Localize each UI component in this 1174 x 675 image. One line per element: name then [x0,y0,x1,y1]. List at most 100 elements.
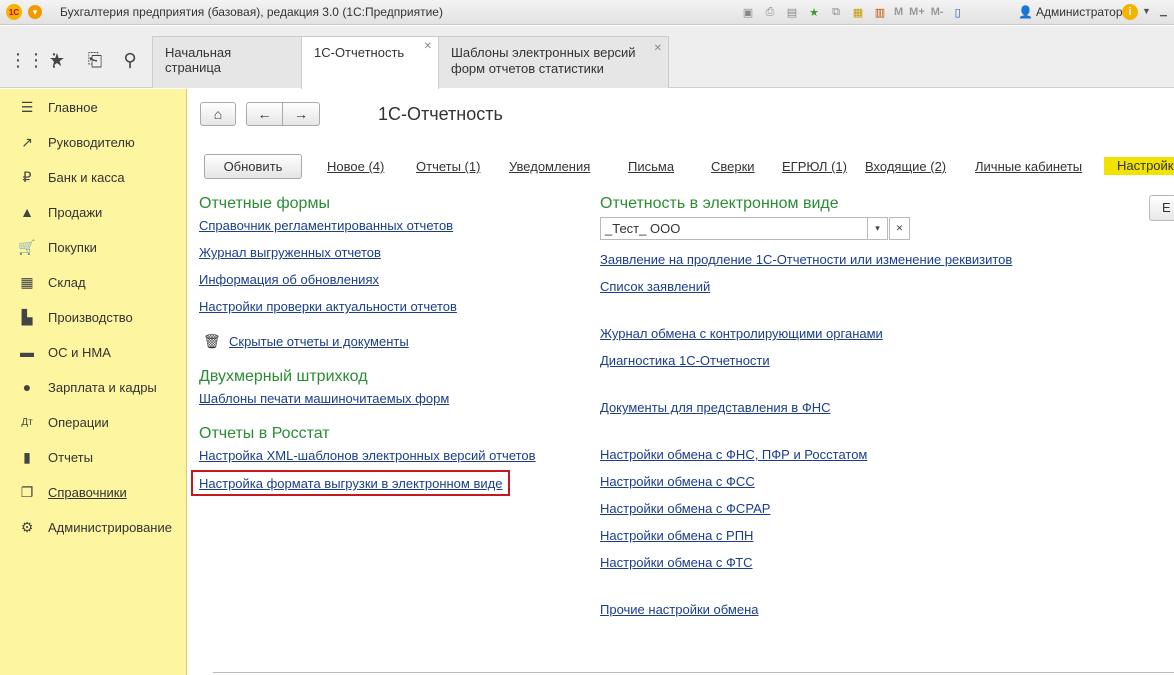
main-menu-dropdown-icon[interactable]: ▾ [28,5,42,19]
window-menu-icon[interactable]: ▁ [1160,6,1167,17]
print-icon[interactable]: ⎙ [762,4,778,20]
tab-templates[interactable]: Шаблоны электронных версий форм отчетов … [438,36,669,88]
applications-list-link[interactable]: Список заявлений [600,279,710,294]
sidebar-item-admin[interactable]: ⚙ Администрирование [0,512,186,542]
app-logo-icon[interactable]: 1С [6,4,22,20]
sidebar-item-purchases[interactable]: 🛒 Покупки [0,232,186,262]
home-button[interactable]: ⌂ [200,102,236,126]
sidebar-item-sales[interactable]: ▲ Продажи [0,197,186,227]
renewal-application-link[interactable]: Заявление на продление 1С-Отчетности или… [600,252,1012,267]
exchange-journal-link[interactable]: Журнал обмена с контролирующими органами [600,326,883,341]
notifications-link[interactable]: Уведомления [509,159,590,174]
print-templates-link[interactable]: Шаблоны печати машиночитаемых форм [199,391,449,406]
exchange-rpn-link[interactable]: Настройки обмена с РПН [600,528,753,543]
regulated-reports-link[interactable]: Справочник регламентированных отчетов [199,218,453,233]
sidebar-item-assets[interactable]: ▬ ОС и НМА [0,337,186,367]
exchange-fns-link[interactable]: Настройки обмена с ФНС, ПФР и Росстатом [600,447,867,462]
tab-templates-label-line2: форм отчетов статистики [451,61,604,76]
reports-link[interactable]: Отчеты (1) [416,159,480,174]
sidebar-item-director[interactable]: ↗ Руководителю [0,127,186,157]
calculator-icon[interactable]: ▦ [850,4,866,20]
arrow-left-icon: ← [257,106,272,122]
exchange-fss-link[interactable]: Настройки обмена с ФСС [600,474,755,489]
window-layout-icon[interactable]: ▯ [950,4,966,20]
sidebar: ☰ Главное ↗ Руководителю ₽ Банк и касса … [0,89,187,675]
section-title-rosstat: Отчеты в Росстат [199,425,330,442]
gear-icon: ⚙ [20,518,34,535]
sidebar-item-label: Банк и касса [48,169,125,185]
apps-grid-icon[interactable]: ⋮⋮⋮ [9,50,63,71]
close-tab-icon[interactable]: ✕ [424,41,432,52]
user-menu[interactable]: 👤 Администратор [1018,5,1123,19]
exchange-fts-link[interactable]: Настройки обмена с ФТС [600,555,753,570]
history-icon[interactable]: ⎗ [84,50,106,71]
export-format-link[interactable]: Настройка формата выгрузки в электронном… [199,476,502,491]
sidebar-item-main[interactable]: ☰ Главное [0,92,186,122]
organization-field[interactable]: _Тест_ ООО [600,217,868,240]
info-icon[interactable]: i [1122,4,1138,20]
xml-templates-link[interactable]: Настройка XML-шаблонов электронных верси… [199,448,536,463]
exported-reports-link[interactable]: Журнал выгруженных отчетов [199,245,381,260]
fns-documents-link[interactable]: Документы для представления в ФНС [600,400,830,415]
memory-m-button[interactable]: M [894,4,903,20]
back-button[interactable]: ← [246,102,283,126]
other-exchange-settings-link[interactable]: Прочие настройки обмена [600,602,759,617]
save-icon[interactable]: ▣ [740,4,756,20]
memory-plus-button[interactable]: M+ [909,4,925,20]
sidebar-item-salary[interactable]: ● Зарплата и кадры [0,372,186,402]
dt-kt-icon: Дт [21,416,33,428]
tab-home[interactable]: Начальная страница [152,36,302,88]
tab-home-label: Начальная страница [165,45,232,75]
title-bar: 1С ▾ Бухгалтерия предприятия (базовая), … [0,0,1174,25]
diagnostics-link[interactable]: Диагностика 1С-Отчетности [600,353,770,368]
tabs-bar: ⋮⋮⋮ ★ ⎗ ⚲ Начальная страница 1С-Отчетнос… [0,26,1174,89]
hidden-reports-link[interactable]: Скрытые отчеты и документы [229,334,409,349]
memory-minus-button[interactable]: M- [931,4,944,20]
letters-link[interactable]: Письма [628,159,674,174]
cart-icon: 🛒 [18,238,36,255]
tab-templates-label: Шаблоны электронных версий [451,45,636,60]
tab-1c-reporting[interactable]: 1С-Отчетность ✕ [301,36,439,89]
sidebar-item-label: Руководителю [48,134,135,150]
refresh-button[interactable]: Обновить [204,154,302,179]
updates-info-link[interactable]: Информация об обновлениях [199,272,379,287]
trend-icon: ↗ [21,133,33,150]
sidebar-item-label: Справочники [48,484,127,500]
exchange-fsrar-link[interactable]: Настройки обмена с ФСРАР [600,501,770,516]
close-tab-icon[interactable]: ✕ [654,41,662,57]
favorites-star-icon[interactable]: ★ [46,50,68,71]
sidebar-item-label: ОС и НМА [48,344,111,360]
sidebar-item-references[interactable]: ❐ Справочники [0,477,186,507]
new-link[interactable]: Новое (4) [327,159,384,174]
sidebar-item-operations[interactable]: Дт Операции [0,407,186,437]
actuality-settings-link[interactable]: Настройки проверки актуальности отчетов [199,299,457,314]
favorite-icon[interactable]: ★ [806,4,822,20]
reconciliation-link[interactable]: Сверки [711,159,755,174]
user-name: Администратор [1035,5,1123,19]
window-title: Бухгалтерия предприятия (базовая), редак… [60,5,443,19]
cabinets-link[interactable]: Личные кабинеты [975,159,1082,174]
sidebar-item-label: Отчеты [48,449,93,465]
search-icon[interactable]: ⚲ [119,50,141,71]
user-icon: 👤 [1018,5,1033,19]
sidebar-item-label: Производство [48,309,133,325]
section-title-report-forms: Отчетные формы [199,195,330,212]
sidebar-item-reports[interactable]: ▮ Отчеты [0,442,186,472]
dropdown-arrow-icon[interactable]: ▾ [867,217,888,240]
section-title-barcode: Двухмерный штрихкод [199,368,368,385]
right-cut-button[interactable]: Е [1149,195,1174,221]
sidebar-item-warehouse[interactable]: ▦ Склад [0,267,186,297]
egrul-link[interactable]: ЕГРЮЛ (1) [782,159,847,174]
clear-icon[interactable]: ✕ [889,217,910,240]
sidebar-item-label: Покупки [48,239,97,255]
sidebar-item-production[interactable]: ▙ Производство [0,302,186,332]
settings-button[interactable]: Настройки [1104,157,1174,175]
info-dropdown-icon[interactable]: ▼ [1142,6,1151,16]
link-icon[interactable]: ⧉ [828,4,844,20]
preview-icon[interactable]: ▤ [784,4,800,20]
incoming-link[interactable]: Входящие (2) [865,159,946,174]
section-title-electronic: Отчетность в электронном виде [600,195,839,212]
sidebar-item-bank[interactable]: ₽ Банк и касса [0,162,186,192]
calendar-icon[interactable]: ▥ [872,4,888,20]
forward-button[interactable]: → [282,102,320,126]
